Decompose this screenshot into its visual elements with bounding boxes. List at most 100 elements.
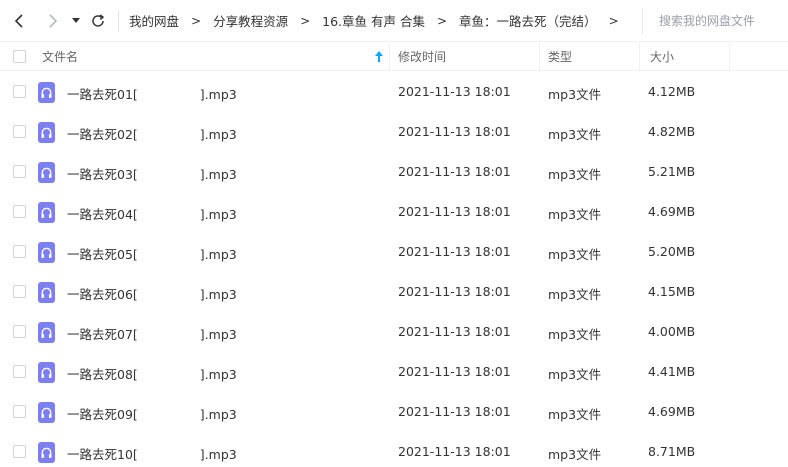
row-checkbox[interactable] — [13, 365, 26, 378]
row-checkbox[interactable] — [13, 205, 26, 218]
file-type: mp3文件 — [548, 247, 602, 262]
audio-file-icon — [38, 362, 55, 383]
file-size: 5.21MB — [648, 164, 696, 179]
file-name-suffix: ].mp3 — [199, 327, 237, 342]
audio-file-icon — [38, 162, 55, 183]
table-row[interactable]: 一路去死06[].mp3 2021-11-13 18:01 mp3文件 4.15MB — [0, 272, 788, 312]
file-size: 4.15MB — [648, 284, 696, 299]
chevron-right-icon — [49, 13, 58, 28]
file-name[interactable]: 一路去死06[].mp3 — [67, 284, 237, 303]
column-header-name[interactable]: 文件名 — [0, 42, 390, 71]
file-type: mp3文件 — [548, 447, 602, 462]
toolbar-divider — [118, 9, 119, 32]
file-name-prefix: 一路去死01[ — [67, 87, 138, 102]
breadcrumb-item-share[interactable]: 分享教程资源 — [213, 11, 288, 30]
breadcrumb-item-collection[interactable]: 16.章鱼 有声 合集 — [322, 11, 425, 30]
table-row[interactable]: 一路去死02[].mp3 2021-11-13 18:01 mp3文件 4.82MB — [0, 112, 788, 152]
table-row[interactable]: 一路去死09[].mp3 2021-11-13 18:01 mp3文件 4.69MB — [0, 392, 788, 432]
file-name[interactable]: 一路去死09[].mp3 — [67, 404, 237, 423]
row-checkbox[interactable] — [13, 125, 26, 138]
table-row[interactable]: 一路去死10[].mp3 2021-11-13 18:01 mp3文件 8.71MB — [0, 432, 788, 467]
column-header-mtime[interactable]: 修改时间 — [390, 42, 540, 71]
file-name-suffix: ].mp3 — [199, 367, 237, 382]
search-input[interactable] — [659, 14, 788, 28]
file-type: mp3文件 — [548, 167, 602, 182]
file-name[interactable]: 一路去死03[].mp3 — [67, 164, 237, 183]
file-type: mp3文件 — [548, 287, 602, 302]
file-size: 4.69MB — [648, 204, 696, 219]
table-row[interactable]: 一路去死04[].mp3 2021-11-13 18:01 mp3文件 4.69MB — [0, 192, 788, 232]
file-modified-time: 2021-11-13 18:01 — [398, 84, 511, 99]
row-checkbox[interactable] — [13, 245, 26, 258]
file-type: mp3文件 — [548, 367, 602, 382]
file-size: 4.00MB — [648, 324, 696, 339]
audio-file-icon — [38, 82, 55, 103]
back-button[interactable] — [6, 8, 32, 34]
file-name[interactable]: 一路去死01[ ].mp3 — [67, 84, 237, 103]
row-checkbox[interactable] — [13, 325, 26, 338]
row-checkbox[interactable] — [13, 285, 26, 298]
file-name-prefix: 一路去死10[ — [67, 447, 138, 462]
file-name-suffix: ].mp3 — [199, 167, 237, 182]
breadcrumb-separator: > — [300, 13, 311, 28]
history-dropdown-button[interactable] — [66, 8, 86, 34]
refresh-button[interactable] — [86, 8, 110, 34]
column-header-type-label: 类型 — [548, 50, 573, 64]
audio-file-icon — [38, 122, 55, 143]
forward-button[interactable] — [40, 8, 66, 34]
file-list: 一路去死01[ ].mp3 2021-11-13 18:01 mp3文件 4.12MB 一… — [0, 72, 788, 467]
file-type: mp3文件 — [548, 327, 602, 342]
file-name-suffix: ].mp3 — [199, 407, 237, 422]
breadcrumb-item-current[interactable]: 章鱼：一路去死（完结） — [459, 11, 597, 30]
audio-file-icon — [38, 202, 55, 223]
column-header-mtime-label: 修改时间 — [398, 50, 447, 64]
file-name[interactable]: 一路去死05[].mp3 — [67, 244, 237, 263]
breadcrumb: 我的网盘 > 分享教程资源 > 16.章鱼 有声 合集 > 章鱼：一路去死（完结… — [129, 11, 631, 30]
file-modified-time: 2021-11-13 18:01 — [398, 244, 511, 259]
file-name-prefix: 一路去死08[ — [67, 367, 138, 382]
file-size: 4.12MB — [648, 84, 696, 99]
table-row[interactable]: 一路去死03[].mp3 2021-11-13 18:01 mp3文件 5.21MB — [0, 152, 788, 192]
file-name[interactable]: 一路去死07[ ].mp3 — [67, 324, 237, 343]
chevron-left-icon — [14, 13, 23, 28]
caret-down-icon — [72, 17, 80, 23]
table-row[interactable]: 一路去死07[ ].mp3 2021-11-13 18:01 mp3文件 4.00MB — [0, 312, 788, 352]
refresh-icon — [92, 13, 105, 27]
row-checkbox[interactable] — [13, 405, 26, 418]
file-modified-time: 2021-11-13 18:01 — [398, 324, 511, 339]
row-checkbox[interactable] — [13, 85, 26, 98]
column-header-size-label: 大小 — [650, 50, 675, 64]
file-modified-time: 2021-11-13 18:01 — [398, 364, 511, 379]
audio-file-icon — [38, 442, 55, 463]
audio-file-icon — [38, 242, 55, 263]
column-header-size[interactable]: 大小 — [640, 42, 730, 71]
file-name-suffix: ].mp3 — [199, 87, 237, 102]
file-name[interactable]: 一路去死10[].mp3 — [67, 444, 237, 463]
file-name-suffix: ].mp3 — [199, 207, 237, 222]
file-name-suffix: ].mp3 — [199, 127, 237, 142]
table-row[interactable]: 一路去死01[].mp3 2021-11-13 18:01 mp3文件 4.12MB — [0, 72, 788, 112]
file-name[interactable]: 一路去死04[ ].mp3 — [67, 204, 237, 223]
file-name-prefix: 一路去死07[ — [67, 327, 138, 342]
row-checkbox[interactable] — [13, 445, 26, 458]
table-row[interactable]: 一路去死05[].mp3 2021-11-13 18:01 mp3文件 5.20MB — [0, 232, 788, 272]
file-name[interactable]: 一路去死08[ ].mp3 — [67, 364, 237, 383]
file-type: mp3文件 — [548, 207, 602, 222]
breadcrumb-item-root[interactable]: 我的网盘 — [129, 11, 179, 30]
file-name-suffix: ].mp3 — [199, 287, 237, 302]
file-name-suffix: ].mp3 — [199, 247, 237, 262]
file-type: mp3文件 — [548, 407, 602, 422]
sort-up-arrow-icon — [375, 50, 383, 62]
file-size: 4.82MB — [648, 124, 696, 139]
row-checkbox[interactable] — [13, 165, 26, 178]
file-modified-time: 2021-11-13 18:01 — [398, 164, 511, 179]
file-type: mp3文件 — [548, 127, 602, 142]
search-box — [642, 8, 788, 34]
table-row[interactable]: 一路去死08[].mp3 2021-11-13 18:01 mp3文件 4.41MB — [0, 352, 788, 392]
file-name[interactable]: 一路去死02[].mp3 — [67, 124, 237, 143]
audio-file-icon — [38, 322, 55, 343]
file-modified-time: 2021-11-13 18:01 — [398, 124, 511, 139]
column-header-type[interactable]: 类型 — [540, 42, 640, 71]
file-table-header: 文件名 修改时间 类型 大小 — [0, 42, 788, 71]
file-name-prefix: 一路去死04[ — [67, 207, 138, 222]
